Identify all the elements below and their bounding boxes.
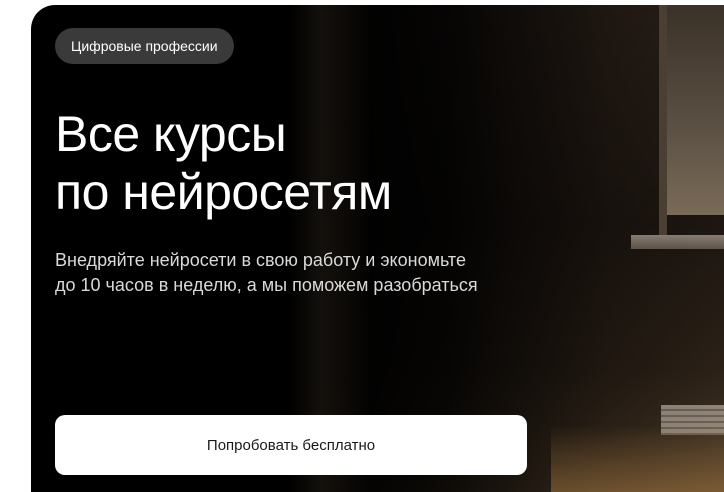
hero-banner: Цифровые профессии Все курсы по нейросет… — [31, 5, 724, 492]
window-frame — [659, 5, 667, 235]
desk-light — [551, 425, 724, 492]
window — [659, 5, 724, 215]
try-free-button[interactable]: Попробовать бесплатно — [55, 415, 527, 475]
title-line-2: по нейросетям — [55, 164, 392, 220]
subtitle-line-1: Внедряйте нейросети в свою работу и экон… — [55, 250, 466, 270]
hero-subtitle: Внедряйте нейросети в свою работу и экон… — [55, 248, 525, 298]
title-line-1: Все курсы — [55, 106, 287, 162]
window-sill — [631, 235, 724, 249]
subtitle-line-2: до 10 часов в неделю, а мы поможем разоб… — [55, 275, 478, 295]
category-badge[interactable]: Цифровые профессии — [55, 28, 234, 64]
page-title: Все курсы по нейросетям — [55, 105, 392, 221]
